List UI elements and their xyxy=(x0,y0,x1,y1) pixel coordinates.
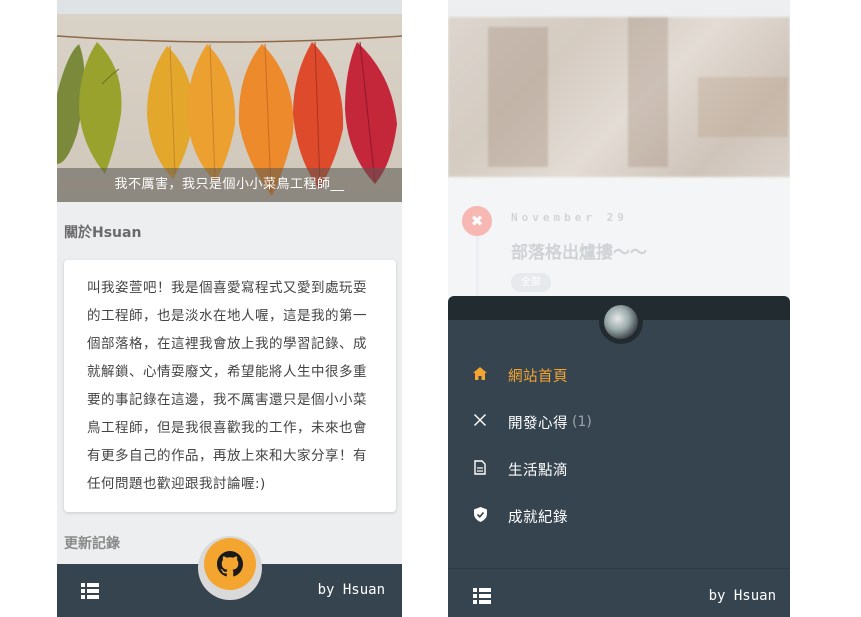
nav-item-label: 成就紀錄 xyxy=(508,509,568,526)
post-tag[interactable]: 全部 xyxy=(511,273,551,292)
tools-icon: ✖ xyxy=(462,206,492,236)
nav-item-label: 開發心得 xyxy=(508,415,568,432)
post-date: November 29 xyxy=(511,211,628,224)
timeline-line xyxy=(476,232,479,302)
stage: 我不厲害，我只是個小小菜鳥工程師__ 關於Hsuan 叫我姿萱吧！我是個喜愛寫程… xyxy=(0,0,861,617)
about-text: 叫我姿萱吧！我是個喜愛寫程式又愛到處玩耍的工程師，也是淡水在地人喔，這是我的第一… xyxy=(87,280,367,492)
avatar[interactable] xyxy=(599,300,643,344)
github-icon xyxy=(217,551,243,577)
nav-item-label: 生活點滴 xyxy=(508,462,568,479)
about-card: 叫我姿萱吧！我是個喜愛寫程式又愛到處玩耍的工程師，也是淡水在地人喔，這是我的第一… xyxy=(64,260,396,512)
hero-banner: 我不厲害，我只是個小小菜鳥工程師__ xyxy=(57,14,402,202)
hero-caption: 我不厲害，我只是個小小菜鳥工程師__ xyxy=(57,168,402,202)
footer-author: by Hsuan xyxy=(317,582,385,598)
list-icon[interactable] xyxy=(473,588,491,604)
document-icon xyxy=(472,459,488,479)
drawer-screen: ✖ November 29 部落格出爐摟～～ 全部 網站首頁 開發心得 (1) … xyxy=(448,0,790,617)
bottom-bar: by Hsuan xyxy=(448,568,790,617)
nav-item-dev[interactable]: 開發心得 (1) xyxy=(448,402,790,442)
github-button[interactable] xyxy=(204,538,256,590)
footer-author: by Hsuan xyxy=(708,588,776,604)
list-icon[interactable] xyxy=(81,583,99,599)
post-title[interactable]: 部落格出爐摟～～ xyxy=(511,238,647,263)
update-section-title: 更新記錄 xyxy=(64,536,120,552)
nav-item-achievements[interactable]: 成就紀錄 xyxy=(448,496,790,536)
top-bar xyxy=(448,0,790,17)
post-cover-image[interactable] xyxy=(448,17,790,177)
nav-item-label: 網站首頁 xyxy=(508,368,568,385)
nav-item-count: (1) xyxy=(572,414,592,430)
nav-item-life[interactable]: 生活點滴 xyxy=(448,449,790,489)
nav-item-home[interactable]: 網站首頁 xyxy=(448,355,790,395)
shield-icon xyxy=(472,506,488,526)
about-section-title: 關於Hsuan xyxy=(64,225,142,241)
home-icon xyxy=(472,366,488,384)
top-bar xyxy=(57,0,402,14)
tools-icon xyxy=(472,413,488,431)
about-screen: 我不厲害，我只是個小小菜鳥工程師__ 關於Hsuan 叫我姿萱吧！我是個喜愛寫程… xyxy=(57,0,402,617)
